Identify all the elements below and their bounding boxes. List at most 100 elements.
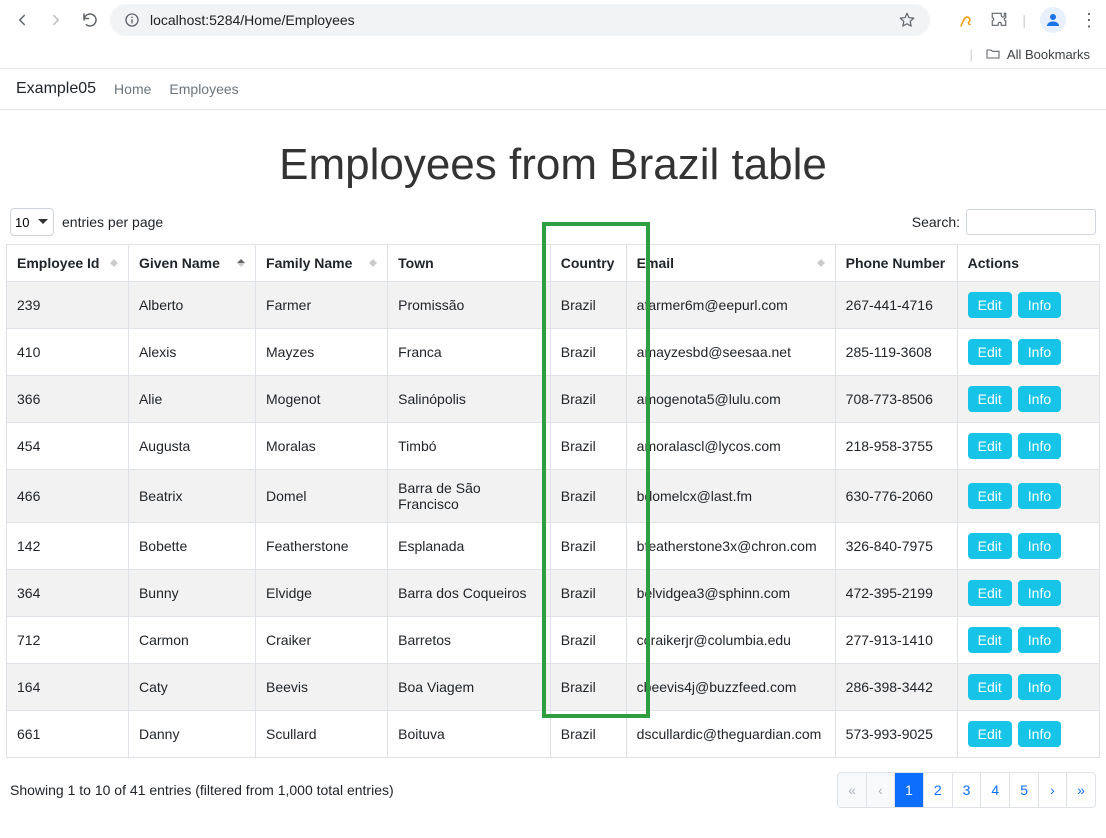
edit-button[interactable]: Edit — [968, 433, 1012, 459]
address-bar[interactable]: localhost:5284/Home/Employees — [110, 4, 930, 36]
cell-town: Barra dos Coqueiros — [388, 570, 551, 617]
cell-family: Mayzes — [256, 329, 388, 376]
cell-given: Bobette — [128, 523, 255, 570]
edit-button[interactable]: Edit — [968, 580, 1012, 606]
cell-id: 410 — [7, 329, 129, 376]
info-button[interactable]: Info — [1018, 433, 1061, 459]
column-header-email[interactable]: Email — [626, 245, 835, 282]
table-row: 454AugustaMoralasTimbóBrazilamoralascl@l… — [7, 423, 1100, 470]
table-row: 712CarmonCraikerBarretosBrazilccraikerjr… — [7, 617, 1100, 664]
page-number-3[interactable]: 3 — [953, 773, 982, 807]
url-text: localhost:5284/Home/Employees — [150, 12, 355, 28]
cell-country: Brazil — [550, 570, 626, 617]
cell-given: Augusta — [128, 423, 255, 470]
cell-actions: EditInfo — [957, 523, 1099, 570]
cell-family: Mogenot — [256, 376, 388, 423]
page-prev[interactable]: ‹ — [867, 773, 895, 807]
cell-phone: 285-119-3608 — [835, 329, 957, 376]
table-row: 661DannyScullardBoituvaBrazildscullardic… — [7, 711, 1100, 758]
nav-link-employees[interactable]: Employees — [169, 81, 238, 97]
folder-icon — [985, 46, 1001, 62]
info-button[interactable]: Info — [1018, 292, 1061, 318]
all-bookmarks-link[interactable]: All Bookmarks — [1007, 47, 1090, 62]
cell-email: bdomelcx@last.fm — [626, 470, 835, 523]
cell-country: Brazil — [550, 523, 626, 570]
page-number-2[interactable]: 2 — [924, 773, 953, 807]
cell-id: 712 — [7, 617, 129, 664]
cell-given: Alberto — [128, 282, 255, 329]
entries-per-page-select[interactable]: 10 — [10, 208, 54, 236]
page-last[interactable]: » — [1067, 773, 1095, 807]
info-button[interactable]: Info — [1018, 580, 1061, 606]
cell-country: Brazil — [550, 617, 626, 664]
cell-id: 366 — [7, 376, 129, 423]
sort-icon — [237, 255, 247, 271]
extensions-puzzle-icon[interactable] — [990, 11, 1008, 29]
edit-button[interactable]: Edit — [968, 292, 1012, 318]
profile-avatar[interactable] — [1040, 7, 1066, 33]
info-button[interactable]: Info — [1018, 386, 1061, 412]
site-info-icon[interactable] — [124, 12, 140, 28]
cell-id: 466 — [7, 470, 129, 523]
browser-menu-icon[interactable]: ⋮ — [1080, 10, 1098, 31]
info-button[interactable]: Info — [1018, 483, 1061, 509]
extension-icon[interactable] — [958, 11, 976, 29]
cell-email: dscullardic@theguardian.com — [626, 711, 835, 758]
info-button[interactable]: Info — [1018, 533, 1061, 559]
edit-button[interactable]: Edit — [968, 386, 1012, 412]
forward-button[interactable] — [42, 6, 70, 34]
brand[interactable]: Example05 — [16, 80, 96, 98]
cell-phone: 472-395-2199 — [835, 570, 957, 617]
page-next[interactable]: › — [1039, 773, 1067, 807]
cell-town: Boituva — [388, 711, 551, 758]
info-button[interactable]: Info — [1018, 627, 1061, 653]
cell-id: 661 — [7, 711, 129, 758]
column-header-given[interactable]: Given Name — [128, 245, 255, 282]
edit-button[interactable]: Edit — [968, 483, 1012, 509]
app-navbar: Example05 Home Employees — [0, 68, 1106, 110]
edit-button[interactable]: Edit — [968, 721, 1012, 747]
edit-button[interactable]: Edit — [968, 674, 1012, 700]
edit-button[interactable]: Edit — [968, 339, 1012, 365]
cell-country: Brazil — [550, 376, 626, 423]
column-header-family[interactable]: Family Name — [256, 245, 388, 282]
page-first[interactable]: « — [838, 773, 867, 807]
column-header-phone: Phone Number — [835, 245, 957, 282]
cell-email: belvidgea3@sphinn.com — [626, 570, 835, 617]
edit-button[interactable]: Edit — [968, 533, 1012, 559]
cell-phone: 267-441-4716 — [835, 282, 957, 329]
cell-actions: EditInfo — [957, 470, 1099, 523]
back-button[interactable] — [8, 6, 36, 34]
nav-link-home[interactable]: Home — [114, 81, 151, 97]
sort-icon — [817, 255, 827, 271]
sort-icon — [110, 255, 120, 271]
page-number-1[interactable]: 1 — [895, 773, 924, 807]
cell-country: Brazil — [550, 329, 626, 376]
cell-phone: 277-913-1410 — [835, 617, 957, 664]
cell-family: Farmer — [256, 282, 388, 329]
info-button[interactable]: Info — [1018, 721, 1061, 747]
cell-town: Franca — [388, 329, 551, 376]
cell-id: 364 — [7, 570, 129, 617]
page-number-5[interactable]: 5 — [1010, 773, 1039, 807]
column-header-town: Town — [388, 245, 551, 282]
table-info-text: Showing 1 to 10 of 41 entries (filtered … — [10, 782, 394, 798]
page-number-4[interactable]: 4 — [981, 773, 1010, 807]
cell-actions: EditInfo — [957, 570, 1099, 617]
info-button[interactable]: Info — [1018, 674, 1061, 700]
cell-given: Carmon — [128, 617, 255, 664]
cell-family: Domel — [256, 470, 388, 523]
cell-actions: EditInfo — [957, 329, 1099, 376]
cell-email: cbeevis4j@buzzfeed.com — [626, 664, 835, 711]
bookmark-star-icon[interactable] — [898, 11, 916, 29]
cell-family: Beevis — [256, 664, 388, 711]
reload-button[interactable] — [76, 6, 104, 34]
info-button[interactable]: Info — [1018, 339, 1061, 365]
page-title: Employees from Brazil table — [6, 140, 1100, 190]
cell-town: Esplanada — [388, 523, 551, 570]
cell-actions: EditInfo — [957, 376, 1099, 423]
search-input[interactable] — [966, 209, 1096, 235]
cell-actions: EditInfo — [957, 664, 1099, 711]
column-header-id[interactable]: Employee Id — [7, 245, 129, 282]
edit-button[interactable]: Edit — [968, 627, 1012, 653]
